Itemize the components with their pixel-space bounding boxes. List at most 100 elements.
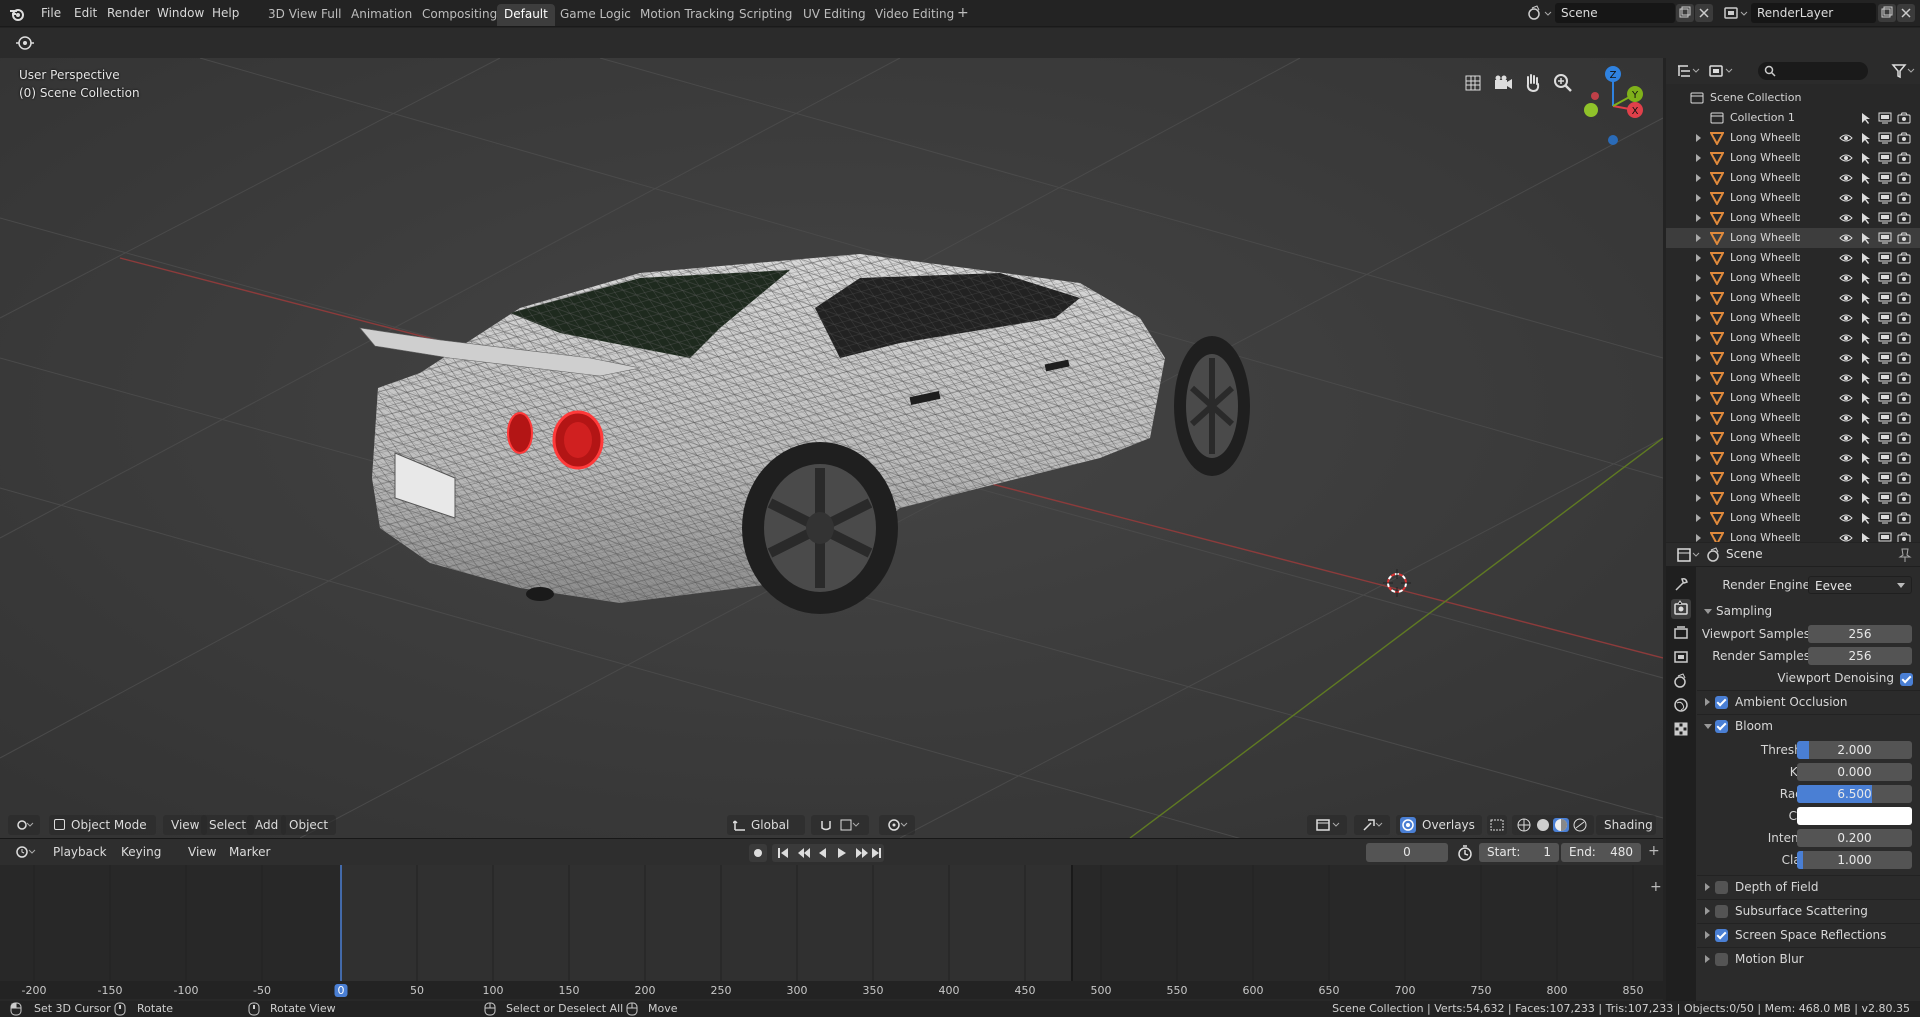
expand-arrow-icon[interactable] [1696,374,1701,382]
expand-arrow-icon[interactable] [1696,254,1701,262]
subsurface-scattering-checkbox[interactable] [1715,905,1728,918]
selectable-arrow-icon[interactable] [1859,351,1871,365]
tab-compositing[interactable]: Compositing [415,4,504,26]
add-workspace-button[interactable]: + [950,2,976,24]
selectable-arrow-icon[interactable] [1859,471,1871,485]
render-camera-icon[interactable] [1897,291,1911,305]
menu-window[interactable]: Window [157,6,204,20]
expand-arrow-icon[interactable] [1696,434,1701,442]
viewport-display-icon[interactable] [1878,491,1892,505]
expand-arrow-icon[interactable] [1696,234,1701,242]
expand-arrow-icon[interactable] [1696,334,1701,342]
render-camera-icon[interactable] [1897,271,1911,285]
outliner-object-row[interactable]: Long Wheelbase Car [1666,328,1920,348]
selectable-arrow-icon[interactable] [1859,191,1871,205]
render-camera-icon[interactable] [1897,511,1911,525]
tab-uv-editing[interactable]: UV Editing [796,4,873,26]
viewport-display-icon[interactable] [1878,191,1892,205]
xray-toggle-icon[interactable] [1487,815,1507,835]
selectable-arrow-icon[interactable] [1859,211,1871,225]
viewport-display-icon[interactable] [1878,271,1892,285]
expand-arrow-icon[interactable] [1696,354,1701,362]
outliner-object-row[interactable]: Long Wheelbase Car [1666,368,1920,388]
selectable-arrow-icon[interactable] [1859,411,1871,425]
tab-animation[interactable]: Animation [344,4,419,26]
render-camera-icon[interactable] [1897,431,1911,445]
threshold-slider[interactable]: 2.000 [1797,741,1912,759]
outliner-panel[interactable]: Scene Collection Collection 1 Long Wheelba… [1666,58,1920,542]
render-camera-icon[interactable] [1897,151,1911,165]
outliner-editor-type-icon[interactable] [1676,63,1702,79]
visibility-eye-icon[interactable] [1839,311,1853,325]
outliner-object-row[interactable]: Long Wheelbase Car [1666,268,1920,288]
render-camera-icon[interactable] [1897,391,1911,405]
render-samples-field[interactable]: 256 [1808,647,1912,665]
render-camera-icon[interactable] [1897,111,1911,125]
visibility-eye-icon[interactable] [1839,251,1853,265]
outliner-object-row[interactable]: Long Wheelbase Car [1666,148,1920,168]
viewport-display-icon[interactable] [1878,331,1892,345]
viewport-display-icon[interactable] [1878,171,1892,185]
record-button[interactable] [749,844,767,862]
outliner-object-row[interactable]: Long Wheelbase Car [1666,428,1920,448]
render-camera-icon[interactable] [1897,451,1911,465]
outliner-object-row[interactable]: Long Wheelbase Car [1666,488,1920,508]
ambient-occlusion-checkbox[interactable] [1715,696,1728,709]
viewport-display-icon[interactable] [1878,231,1892,245]
viewport-display-icon[interactable] [1878,411,1892,425]
menu-help[interactable]: Help [212,6,239,20]
selectable-arrow-icon[interactable] [1859,111,1871,125]
expand-arrow-icon[interactable] [1696,294,1701,302]
camera-view-icon[interactable] [1491,72,1515,94]
viewport-display-icon[interactable] [1878,431,1892,445]
expand-arrow-icon[interactable] [1696,134,1701,142]
visibility-eye-icon[interactable] [1839,451,1853,465]
properties-editor-type-icon[interactable] [1676,547,1702,563]
delete-scene-icon[interactable] [1695,4,1713,22]
viewport-display-icon[interactable] [1878,351,1892,365]
scene-name-field[interactable]: Scene [1555,3,1675,23]
timeline-editor[interactable]: Playback Keying View Marker 0 Start: 1 E… [0,838,1663,1001]
depth-of-field-checkbox[interactable] [1715,881,1728,894]
tab-world-icon[interactable] [1671,695,1691,715]
render-camera-icon[interactable] [1897,211,1911,225]
timeline-expand-icon[interactable]: + [1648,843,1660,859]
render-camera-icon[interactable] [1897,191,1911,205]
visibility-eye-icon[interactable] [1839,351,1853,365]
expand-arrow-icon[interactable] [1696,214,1701,222]
visibility-eye-icon[interactable] [1839,531,1853,542]
tab-motion-tracking[interactable]: Motion Tracking [633,4,741,26]
screen-space-reflections-checkbox[interactable] [1715,929,1728,942]
shading-mode-buttons[interactable] [1512,815,1594,835]
motion-blur-checkbox[interactable] [1715,953,1728,966]
transform-tool-icon[interactable] [14,33,36,53]
viewport-display-icon[interactable] [1878,291,1892,305]
render-camera-icon[interactable] [1897,311,1911,325]
render-camera-icon[interactable] [1897,231,1911,245]
selectable-arrow-icon[interactable] [1859,311,1871,325]
visibility-eye-icon[interactable] [1839,431,1853,445]
visibility-eye-icon[interactable] [1839,171,1853,185]
menu-render[interactable]: Render [107,6,150,20]
end-frame-field[interactable]: End: 480 [1561,843,1641,862]
pin-icon[interactable] [1898,547,1912,563]
visibility-eye-icon[interactable] [1839,411,1853,425]
gizmo-toggle-icon[interactable] [1354,815,1390,835]
motion-blur-panel-header[interactable]: Motion Blur [1697,947,1920,969]
visibility-eye-icon[interactable] [1839,371,1853,385]
snap-toggle-icon[interactable] [811,815,869,835]
visibility-eye-icon[interactable] [1839,471,1853,485]
scene-icon[interactable] [1528,5,1552,21]
visibility-eye-icon[interactable] [1839,491,1853,505]
timeline-menu-keying[interactable]: Keying [113,843,169,862]
viewport-display-icon[interactable] [1878,211,1892,225]
render-camera-icon[interactable] [1897,251,1911,265]
expand-arrow-icon[interactable] [1696,454,1701,462]
viewport-display-icon[interactable] [1878,531,1892,542]
outliner-object-row[interactable]: Long Wheelbase Car [1666,468,1920,488]
selectable-arrow-icon[interactable] [1859,251,1871,265]
bloom-panel-header[interactable]: Bloom [1697,714,1920,736]
render-camera-icon[interactable] [1897,411,1911,425]
outliner-object-row[interactable]: Long Wheelbase Car [1666,228,1920,248]
current-frame-field[interactable]: 0 [1366,843,1448,862]
